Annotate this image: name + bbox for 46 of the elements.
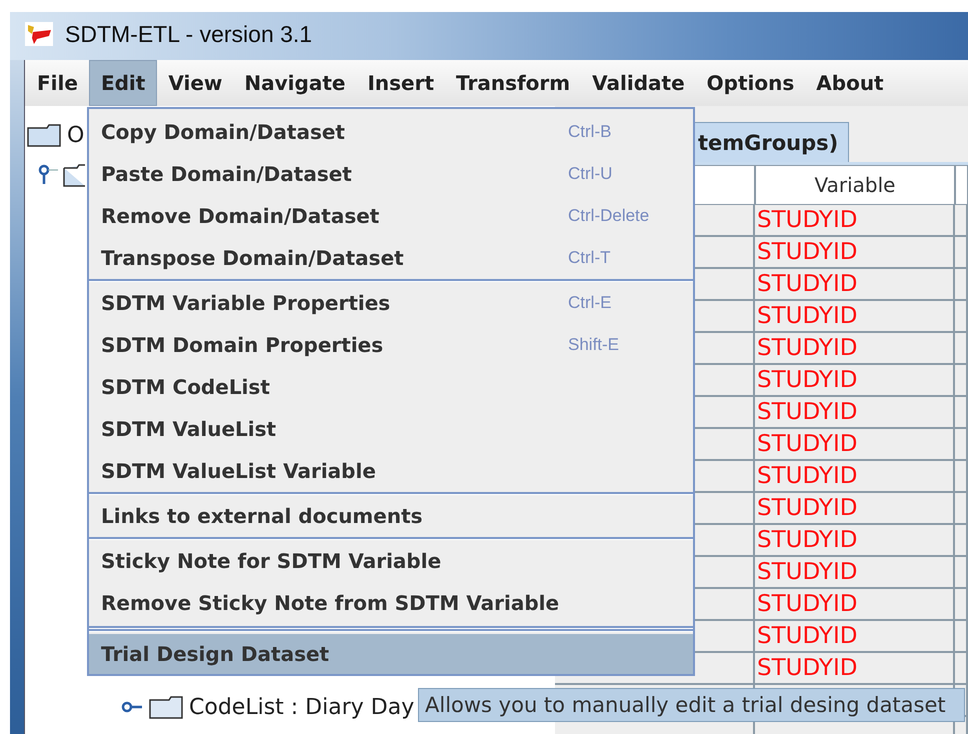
menu-item[interactable]: Edit xyxy=(88,60,158,106)
folder-icon xyxy=(27,123,61,147)
folder-icon xyxy=(63,163,85,187)
column-header: Variable xyxy=(755,165,955,205)
window-title: SDTM-ETL - version 3.1 xyxy=(65,20,312,48)
table-cell: STUDYID xyxy=(755,365,955,397)
menu-item[interactable]: Remove Sticky Note from SDTM Variable xyxy=(89,582,693,624)
table-cell: STUDYID xyxy=(755,429,955,461)
table-cell: STUDYID xyxy=(755,493,955,525)
table-cell: STUDYID xyxy=(755,397,955,429)
tooltip: Allows you to manually edit a trial desing dataset xyxy=(418,688,965,722)
table-cell: STUDYID xyxy=(755,301,955,333)
menu-item[interactable]: Remove Domain/Dataset Ctrl-Delete xyxy=(89,195,693,237)
table-cell: STUDYID xyxy=(755,621,955,653)
table-cell: STUDYID xyxy=(755,333,955,365)
folder-icon xyxy=(149,695,183,719)
table-cell: STUDYID xyxy=(755,269,955,301)
menu-item[interactable]: SDTM ValueList xyxy=(89,408,693,450)
table-cell: STUDYID xyxy=(755,461,955,493)
table-cell: STUDYID xyxy=(755,525,955,557)
table-cell: STUDYID xyxy=(755,205,955,237)
menu-item[interactable]: Transform xyxy=(445,60,582,106)
table-cell: STUDYID xyxy=(755,557,955,589)
menu-item[interactable]: Insert xyxy=(356,60,446,106)
menu-item[interactable]: SDTM CodeList xyxy=(89,366,693,408)
tree-node-label[interactable]: O xyxy=(67,122,84,148)
menu-item[interactable]: Navigate xyxy=(233,60,356,106)
menu-item[interactable]: Links to external documents xyxy=(89,495,693,537)
menu-item[interactable]: About xyxy=(805,60,895,106)
menu-item[interactable]: Validate xyxy=(581,60,696,106)
table-cell: STUDYID xyxy=(755,589,955,621)
menu-item[interactable]: View xyxy=(157,60,234,106)
menu-item[interactable]: File xyxy=(26,60,89,106)
menu-item[interactable]: SDTM Variable Properties Ctrl-E xyxy=(89,282,693,324)
menu-item[interactable]: Trial Design Dataset xyxy=(89,634,693,674)
expand-handle-icon[interactable] xyxy=(37,164,59,186)
menu-item[interactable]: SDTM Domain Properties Shift-E xyxy=(89,324,693,366)
menu-item[interactable]: Transpose Domain/Dataset Ctrl-T xyxy=(89,237,693,279)
menu-item[interactable]: Sticky Note for SDTM Variable xyxy=(89,540,693,582)
column-header xyxy=(955,165,968,205)
app-icon xyxy=(25,22,53,46)
table-cell: STUDYID xyxy=(755,237,955,269)
tree-node-label[interactable]: CodeList : Diary Day xyxy=(189,694,414,720)
table-cell: STUDYID xyxy=(755,653,955,685)
menu-item[interactable]: SDTM ValueList Variable xyxy=(89,450,693,492)
menu-item[interactable]: Options xyxy=(696,60,806,106)
